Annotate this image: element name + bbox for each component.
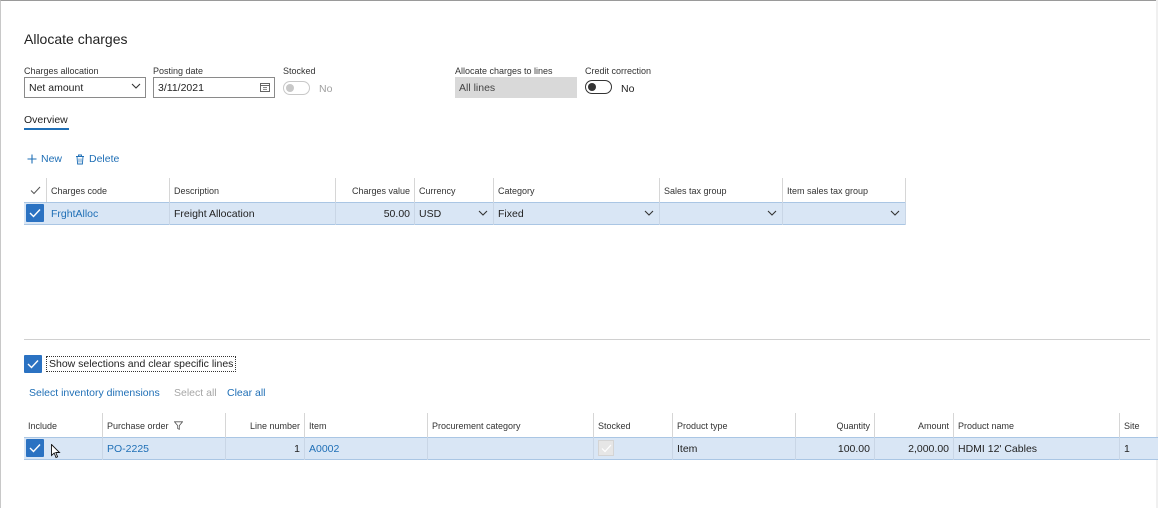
checkmark-icon xyxy=(30,186,41,195)
col-category[interactable]: Category xyxy=(494,178,660,202)
col-currency[interactable]: Currency xyxy=(415,178,494,202)
toggle-knob xyxy=(286,84,294,92)
stocked-checkbox xyxy=(598,440,614,456)
currency-cell[interactable]: USD xyxy=(415,202,494,225)
chevron-down-icon[interactable] xyxy=(890,209,900,217)
col-item[interactable]: Item xyxy=(305,413,428,437)
chevron-down-icon[interactable] xyxy=(767,209,777,217)
posting-date-input[interactable]: 3/11/2021 xyxy=(153,77,275,98)
charges-value-cell[interactable]: 50.00 xyxy=(336,202,415,225)
tab-overview[interactable]: Overview xyxy=(24,114,68,126)
category-cell[interactable]: Fixed xyxy=(494,202,660,225)
description-cell[interactable]: Freight Allocation xyxy=(170,202,336,225)
mouse-cursor-icon xyxy=(51,444,61,459)
delete-button[interactable]: Delete xyxy=(75,153,119,165)
select-all-check[interactable] xyxy=(24,178,47,202)
col-quantity[interactable]: Quantity xyxy=(796,413,875,437)
row-select-checkbox[interactable] xyxy=(26,204,44,222)
col-charges-code[interactable]: Charges code xyxy=(47,178,170,202)
page-title: Allocate charges xyxy=(24,31,128,47)
allocate-lines-field: All lines xyxy=(455,77,577,98)
stocked-value: No xyxy=(319,83,333,95)
include-checkbox[interactable] xyxy=(26,439,44,457)
show-selections-toggle[interactable]: Show selections and clear specific lines xyxy=(24,355,237,373)
allocate-lines-label: Allocate charges to lines xyxy=(455,66,553,76)
col-line-number[interactable]: Line number xyxy=(226,413,305,437)
line-number-cell[interactable]: 1 xyxy=(226,437,305,460)
col-description[interactable]: Description xyxy=(170,178,336,202)
col-stocked[interactable]: Stocked xyxy=(594,413,673,437)
checkmark-icon xyxy=(27,360,39,369)
col-sales-tax-group[interactable]: Sales tax group xyxy=(660,178,783,202)
toggle-knob xyxy=(588,82,596,91)
select-all-button[interactable]: Select all xyxy=(174,387,217,399)
show-selections-label: Show selections and clear specific lines xyxy=(46,356,237,372)
purchase-order-cell[interactable]: PO-2225 xyxy=(103,437,226,460)
product-type-cell[interactable]: Item xyxy=(673,437,796,460)
col-site[interactable]: Site xyxy=(1120,413,1158,437)
charges-allocation-select[interactable]: Net amount xyxy=(24,77,146,98)
col-procurement-category[interactable]: Procurement category xyxy=(428,413,594,437)
chevron-down-icon[interactable] xyxy=(478,209,488,217)
product-name-cell[interactable]: HDMI 12' Cables xyxy=(954,437,1120,460)
posting-date-label: Posting date xyxy=(153,66,204,76)
stocked-label: Stocked xyxy=(283,66,316,76)
trash-icon xyxy=(76,154,84,164)
chevron-down-icon xyxy=(131,83,141,89)
category-value: Fixed xyxy=(498,208,524,220)
amount-cell[interactable]: 2,000.00 xyxy=(875,437,954,460)
tab-underline xyxy=(24,128,69,130)
col-include[interactable]: Include xyxy=(24,413,103,437)
checkmark-icon xyxy=(601,444,612,453)
item-cell[interactable]: A0002 xyxy=(305,437,428,460)
col-product-type[interactable]: Product type xyxy=(673,413,796,437)
charges-allocation-value: Net amount xyxy=(29,82,84,94)
stocked-cell xyxy=(594,437,673,460)
col-purchase-order[interactable]: Purchase order xyxy=(103,413,226,437)
filter-icon[interactable] xyxy=(173,421,184,430)
select-inventory-dimensions-link[interactable]: Select inventory dimensions xyxy=(29,387,160,399)
col-charges-value[interactable]: Charges value xyxy=(336,178,415,202)
chevron-down-icon[interactable] xyxy=(644,209,654,217)
quantity-cell[interactable]: 100.00 xyxy=(796,437,875,460)
col-product-name[interactable]: Product name xyxy=(954,413,1120,437)
checkmark-icon xyxy=(29,209,41,218)
new-button-label: New xyxy=(41,153,63,165)
col-purchase-order-label: Purchase order xyxy=(107,421,169,431)
charges-allocation-label: Charges allocation xyxy=(24,66,99,76)
calendar-icon[interactable] xyxy=(260,82,270,92)
credit-correction-toggle[interactable] xyxy=(585,80,612,94)
new-button[interactable]: New xyxy=(27,153,62,165)
currency-value: USD xyxy=(419,208,442,220)
credit-correction-label: Credit correction xyxy=(585,66,652,76)
procurement-category-cell[interactable] xyxy=(428,437,594,460)
col-item-sales-tax-group[interactable]: Item sales tax group xyxy=(783,178,906,202)
show-selections-checkbox[interactable] xyxy=(24,355,42,373)
sales-tax-group-cell[interactable] xyxy=(660,202,783,225)
checkmark-icon xyxy=(29,444,41,453)
plus-icon xyxy=(27,154,37,164)
posting-date-value: 3/11/2021 xyxy=(158,82,204,94)
col-amount[interactable]: Amount xyxy=(875,413,954,437)
site-cell[interactable]: 1 xyxy=(1120,437,1158,460)
charges-code-cell[interactable]: FrghtAlloc xyxy=(47,202,170,225)
clear-all-button[interactable]: Clear all xyxy=(227,387,266,399)
delete-button-label: Delete xyxy=(89,153,120,165)
stocked-toggle xyxy=(283,81,310,95)
credit-correction-value: No xyxy=(621,83,635,95)
item-sales-tax-group-cell[interactable] xyxy=(783,202,906,225)
